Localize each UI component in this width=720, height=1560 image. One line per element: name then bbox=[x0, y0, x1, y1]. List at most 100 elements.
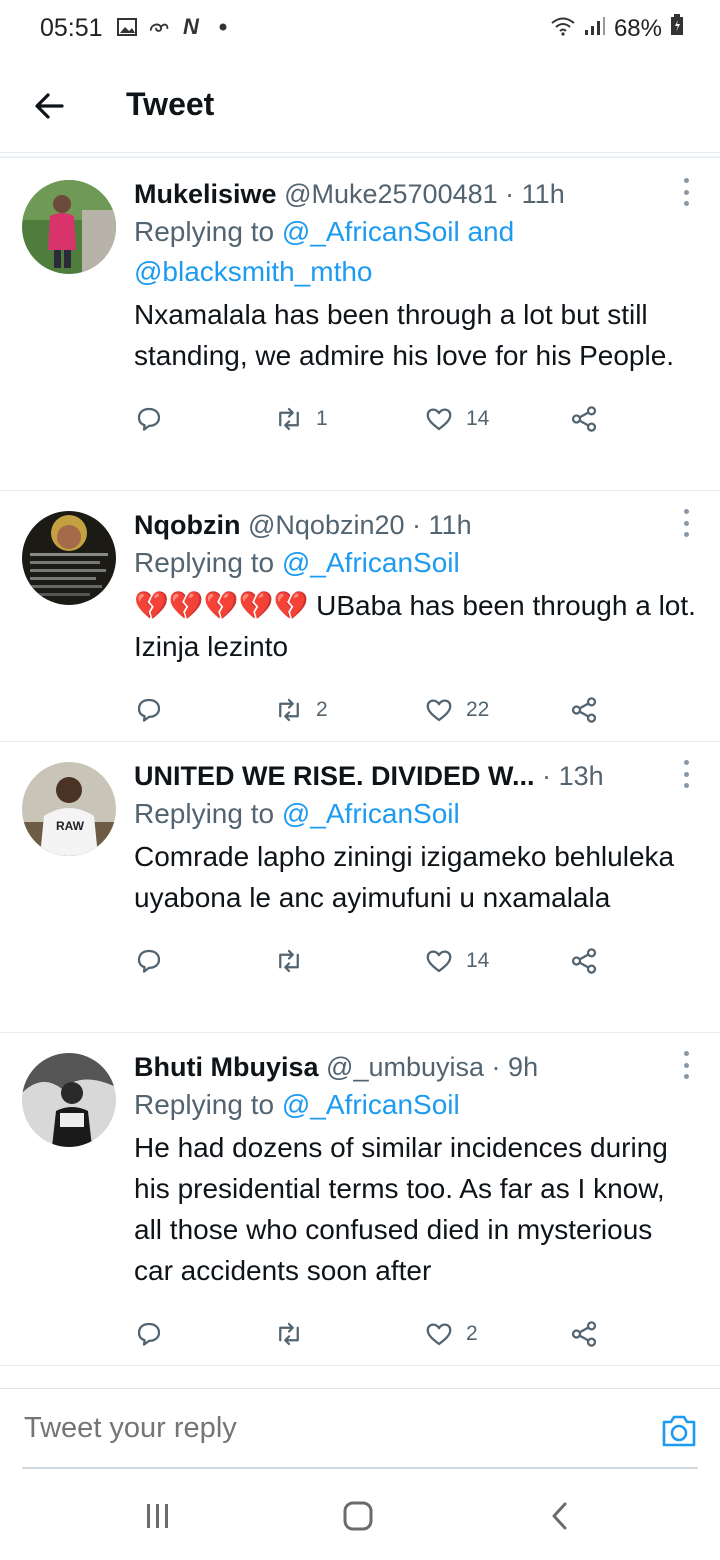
more-options-icon[interactable] bbox=[680, 1051, 692, 1079]
separator: · bbox=[505, 179, 515, 209]
author-name[interactable]: UNITED WE RISE. DIVIDED W... bbox=[134, 761, 535, 791]
separator: · bbox=[412, 510, 422, 540]
notification-icons: N bbox=[116, 14, 234, 39]
replying-prefix: Replying to bbox=[134, 547, 282, 578]
status-bar: 05:51 N 68% bbox=[0, 0, 720, 60]
reply-button[interactable] bbox=[134, 695, 274, 725]
tweet-actions: 2 bbox=[134, 1299, 696, 1369]
dot-icon bbox=[212, 16, 234, 38]
tweet[interactable]: Mukelisiwe @Muke25700481 · 11h Replying … bbox=[0, 160, 720, 491]
signal-icon bbox=[584, 15, 606, 43]
tweet-actions: 2 22 bbox=[134, 675, 696, 745]
tweet-time: 13h bbox=[558, 761, 604, 791]
reply-icon bbox=[137, 1322, 161, 1346]
reply-button[interactable] bbox=[134, 946, 274, 976]
replying-to: Replying to @_AfricanSoil bbox=[134, 1085, 696, 1125]
tweet-time: 9h bbox=[508, 1052, 539, 1082]
share-button[interactable] bbox=[569, 946, 609, 976]
like-button[interactable]: 14 bbox=[424, 946, 569, 976]
retweet-icon bbox=[279, 1322, 299, 1346]
back-arrow-icon[interactable] bbox=[28, 84, 72, 128]
wifi-icon bbox=[550, 15, 576, 43]
n-icon: N bbox=[183, 14, 199, 39]
reply-feed[interactable]: Mukelisiwe @Muke25700481 · 11h Replying … bbox=[0, 160, 720, 1388]
author-handle: @Nqobzin20 bbox=[248, 510, 405, 540]
retweet-icon bbox=[279, 407, 299, 431]
gallery-icon bbox=[116, 16, 138, 38]
like-button[interactable]: 2 bbox=[424, 1319, 569, 1349]
reply-input[interactable] bbox=[22, 1411, 586, 1446]
status-time: 05:51 bbox=[40, 14, 103, 42]
tweet-time: 11h bbox=[428, 510, 472, 540]
heart-icon bbox=[426, 1323, 452, 1346]
tweet[interactable]: RAW UNITED WE RISE. DIVIDED W... · 13h R… bbox=[0, 742, 720, 1033]
share-button[interactable] bbox=[569, 695, 609, 725]
like-count: 22 bbox=[466, 698, 490, 721]
heart-icon bbox=[426, 699, 452, 722]
page-title: Tweet bbox=[126, 86, 215, 122]
share-icon bbox=[571, 948, 597, 974]
tweet-time: 11h bbox=[521, 179, 565, 209]
link-icon bbox=[148, 16, 170, 38]
replying-to: Replying to @_AfricanSoil bbox=[134, 543, 696, 583]
share-icon bbox=[571, 1321, 597, 1347]
home-icon[interactable] bbox=[338, 1496, 378, 1536]
more-options-icon[interactable] bbox=[680, 178, 692, 206]
recent-apps-icon[interactable] bbox=[138, 1496, 178, 1536]
system-nav-bar bbox=[0, 1470, 720, 1560]
retweet-count: 2 bbox=[316, 698, 328, 721]
more-options-icon[interactable] bbox=[680, 509, 692, 537]
retweet-icon bbox=[279, 949, 299, 973]
tweet-text: Nxamalala has been through a lot but sti… bbox=[134, 299, 675, 371]
avatar[interactable] bbox=[22, 511, 116, 605]
avatar[interactable]: RAW bbox=[22, 762, 116, 856]
tweet-text: Comrade lapho ziningi izigameko behlulek… bbox=[134, 841, 675, 913]
mention-link[interactable]: @_AfricanSoil bbox=[282, 1089, 460, 1120]
battery-icon bbox=[670, 14, 684, 43]
more-options-icon[interactable] bbox=[680, 760, 692, 788]
reply-icon bbox=[137, 698, 161, 722]
like-count: 14 bbox=[466, 949, 490, 972]
author-name[interactable]: Nqobzin bbox=[134, 510, 240, 540]
author-name[interactable]: Mukelisiwe bbox=[134, 179, 277, 209]
retweet-button[interactable] bbox=[274, 946, 424, 976]
replying-prefix: Replying to bbox=[134, 216, 282, 247]
replying-prefix: Replying to bbox=[134, 798, 282, 829]
avatar[interactable] bbox=[22, 1053, 116, 1147]
mention-link[interactable]: @_AfricanSoil bbox=[282, 547, 460, 578]
tweet[interactable]: Bhuti Mbuyisa @_umbuyisa · 9h Replying t… bbox=[0, 1033, 720, 1366]
author-handle: @Muke25700481 bbox=[284, 179, 498, 209]
reply-button[interactable] bbox=[134, 1319, 274, 1349]
system-indicators: 68% bbox=[550, 14, 684, 43]
separator: · bbox=[542, 761, 552, 791]
retweet-button[interactable] bbox=[274, 1319, 424, 1349]
back-icon[interactable] bbox=[540, 1496, 580, 1536]
tweet-header: Nqobzin @Nqobzin20 · 11h bbox=[134, 507, 664, 543]
heart-icon bbox=[426, 408, 452, 431]
heart-icon bbox=[426, 950, 452, 973]
retweet-button[interactable]: 2 bbox=[274, 695, 424, 725]
retweet-icon bbox=[279, 698, 299, 722]
author-name[interactable]: Bhuti Mbuyisa bbox=[134, 1052, 319, 1082]
reply-icon bbox=[137, 407, 161, 431]
reply-button[interactable] bbox=[134, 404, 274, 434]
tweet-header: Bhuti Mbuyisa @_umbuyisa · 9h bbox=[134, 1049, 664, 1085]
reply-composer bbox=[0, 1388, 720, 1471]
retweet-count: 1 bbox=[316, 407, 328, 430]
tweet-header: Mukelisiwe @Muke25700481 · 11h bbox=[134, 176, 664, 212]
tweet-text: 💔💔💔💔💔 UBaba has been through a lot. Izin… bbox=[134, 590, 696, 662]
mention-link[interactable]: @_AfricanSoil bbox=[282, 798, 460, 829]
tweet-actions: 14 bbox=[134, 926, 696, 996]
share-button[interactable] bbox=[569, 404, 609, 434]
replying-to: Replying to @_AfricanSoil and @blacksmit… bbox=[134, 212, 696, 292]
retweet-button[interactable]: 1 bbox=[274, 404, 424, 434]
like-button[interactable]: 22 bbox=[424, 695, 569, 725]
share-button[interactable] bbox=[569, 1319, 609, 1349]
header-divider bbox=[0, 156, 720, 158]
tweet[interactable]: Nqobzin @Nqobzin20 · 11h Replying to @_A… bbox=[0, 491, 720, 742]
author-handle: @_umbuyisa bbox=[326, 1052, 485, 1082]
camera-icon[interactable] bbox=[660, 1413, 698, 1449]
tweet-header: UNITED WE RISE. DIVIDED W... · 13h bbox=[134, 758, 664, 794]
like-button[interactable]: 14 bbox=[424, 404, 569, 434]
avatar[interactable] bbox=[22, 180, 116, 274]
